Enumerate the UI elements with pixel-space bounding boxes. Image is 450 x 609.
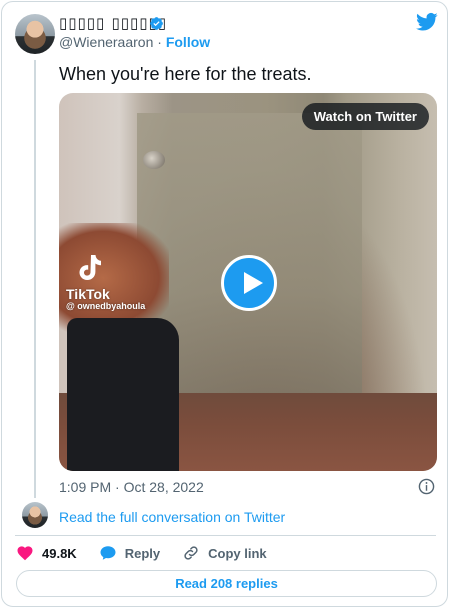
play-icon[interactable] xyxy=(221,255,277,311)
video-frame-doorknob xyxy=(143,151,165,169)
verified-badge-icon xyxy=(150,17,163,30)
video-frame-cloth xyxy=(59,223,169,333)
reader-avatar xyxy=(22,502,48,528)
read-replies-button[interactable]: Read 208 replies xyxy=(16,570,437,597)
tiktok-watermark-name: TikTok xyxy=(66,286,110,302)
link-icon xyxy=(184,546,198,560)
heart-icon xyxy=(17,546,33,561)
author-avatar[interactable] xyxy=(15,14,55,54)
watch-on-twitter-button[interactable]: Watch on Twitter xyxy=(301,103,429,130)
reply-bubble-icon xyxy=(100,546,116,560)
author-handle[interactable]: @Wieneraaron xyxy=(59,34,153,50)
tweet-card: ▯▯▯▯▯ ▯▯▯▯▯▯ @Wieneraaron · Follow When … xyxy=(1,1,448,607)
copy-link-label: Copy link xyxy=(208,545,267,561)
follow-button[interactable]: Follow xyxy=(166,34,210,50)
like-button[interactable]: 49.8K xyxy=(16,544,77,562)
tiktok-logo-icon xyxy=(79,255,101,280)
tiktok-watermark-handle: @ ownedbyahoula xyxy=(66,301,146,311)
tweet-text: When you're here for the treats. xyxy=(59,64,312,84)
reply-label: Reply xyxy=(124,545,161,561)
twitter-bird-icon[interactable] xyxy=(416,12,438,32)
copy-link-button[interactable]: Copy link xyxy=(182,544,267,562)
action-bar: 49.8K Reply Copy link xyxy=(16,543,289,563)
video-frame-dog xyxy=(67,318,179,471)
handle-row: @Wieneraaron · Follow xyxy=(59,34,210,50)
divider xyxy=(15,535,436,536)
full-conversation-link[interactable]: Read the full conversation on Twitter xyxy=(59,509,285,525)
info-icon[interactable] xyxy=(418,478,435,495)
like-count: 49.8K xyxy=(42,545,77,561)
thread-line xyxy=(34,60,36,498)
video-player[interactable]: Watch on Twitter TikTok @ ownedbyahoula xyxy=(59,93,437,471)
separator-dot: · xyxy=(157,34,162,50)
reply-button[interactable]: Reply xyxy=(99,544,160,562)
tweet-timestamp[interactable]: 1:09 PM · Oct 28, 2022 xyxy=(59,479,204,495)
